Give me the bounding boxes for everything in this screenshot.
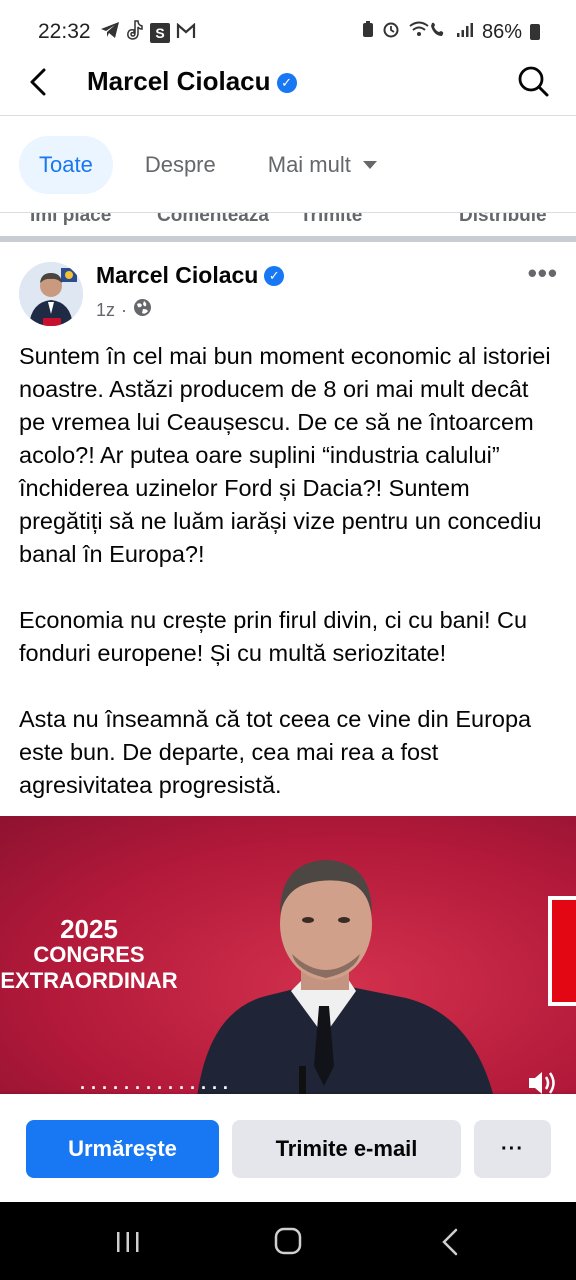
send-email-button[interactable]: Trimite e-mail — [232, 1120, 461, 1178]
battery-saver-icon — [362, 20, 374, 44]
tab-despre[interactable]: Despre — [125, 136, 236, 194]
tab-label: Mai mult — [267, 152, 351, 177]
post-author-name[interactable]: Marcel Ciolacu — [96, 262, 258, 288]
tab-label: Despre — [144, 152, 216, 177]
gmail-icon — [176, 22, 196, 44]
post-paragraph: Suntem în cel mai bun moment economic al… — [19, 343, 551, 567]
speaker-figure — [197, 860, 494, 1098]
verified-badge-icon: ✓ — [264, 266, 285, 286]
share-button[interactable]: Distribuie — [459, 213, 547, 227]
post-time[interactable]: 1z — [96, 300, 115, 321]
banner-line2: EXTRAORDINAR — [0, 968, 178, 993]
signal-icon — [456, 21, 474, 44]
header-divider — [0, 115, 576, 116]
back-arrow-icon — [30, 68, 46, 96]
more-options-button[interactable]: ··· — [474, 1120, 551, 1178]
post-meta: 1z · — [96, 298, 152, 322]
home-icon[interactable] — [273, 1226, 303, 1256]
previous-post-actions: Îmi place Comentează Trimite Distribuie — [0, 212, 576, 238]
tab-mai-mult[interactable]: Mai mult — [248, 136, 397, 194]
post-body: Suntem în cel mai bun moment economic al… — [19, 340, 559, 835]
search-icon — [518, 66, 549, 97]
avatar[interactable] — [19, 262, 83, 326]
profile-tabs: Toate Despre Mai mult — [19, 136, 409, 194]
page-title: Marcel Ciolacu ✓ — [87, 66, 297, 97]
globe-icon — [133, 298, 152, 322]
post-author[interactable]: Marcel Ciolacu ✓ — [96, 262, 285, 289]
like-button[interactable]: Îmi place — [30, 213, 111, 227]
page-header: Marcel Ciolacu ✓ — [0, 56, 576, 114]
search-button[interactable] — [514, 62, 554, 102]
tab-toate[interactable]: Toate — [19, 136, 113, 194]
back-nav-icon[interactable] — [438, 1226, 462, 1258]
post-video[interactable]: 2025 CONGRES EXTRAORDINAR · · · · · · · … — [0, 816, 576, 1098]
wifi-call-icon — [408, 20, 448, 44]
android-navigation-bar — [0, 1202, 576, 1280]
meta-separator: · — [121, 299, 128, 320]
send-button[interactable]: Trimite — [300, 213, 362, 227]
battery-icon — [530, 24, 540, 40]
back-button[interactable] — [22, 62, 58, 102]
battery-level: 86% — [481, 20, 522, 43]
notification-icons: S — [100, 20, 196, 45]
status-bar: 22:32 S 86% — [0, 0, 576, 62]
status-time: 22:32 — [38, 20, 91, 43]
alarm-icon — [382, 20, 400, 44]
page-title-text: Marcel Ciolacu — [87, 66, 271, 96]
profile-action-bar: Urmărește Trimite e-mail ··· — [0, 1094, 576, 1202]
banner-line1: CONGRES — [33, 942, 145, 967]
video-banner-text: 2025 CONGRES EXTRAORDINAR — [0, 916, 184, 994]
verified-badge-icon: ✓ — [276, 73, 297, 93]
post-paragraph: Economia nu crește prin firul divin, ci … — [19, 607, 528, 666]
s-app-icon: S — [150, 22, 170, 43]
post-paragraph: Asta nu înseamnă că tot ceea ce vine din… — [19, 706, 532, 798]
follow-button[interactable]: Urmărește — [26, 1120, 219, 1178]
banner-year: 2025 — [60, 914, 118, 944]
tab-label: Toate — [39, 152, 93, 177]
comment-button[interactable]: Comentează — [157, 213, 269, 227]
video-caption-fragment: · · · · · · · · · · · · · · — [80, 1078, 229, 1090]
party-logo-fragment — [548, 896, 576, 1006]
post-options-icon[interactable]: ••• — [528, 258, 558, 289]
tiktok-icon — [126, 20, 144, 45]
caret-down-icon — [362, 161, 377, 169]
recents-icon[interactable] — [114, 1230, 142, 1254]
feed-separator — [0, 236, 576, 242]
telegram-icon — [100, 21, 120, 44]
system-status-icons: 86% — [362, 20, 540, 44]
